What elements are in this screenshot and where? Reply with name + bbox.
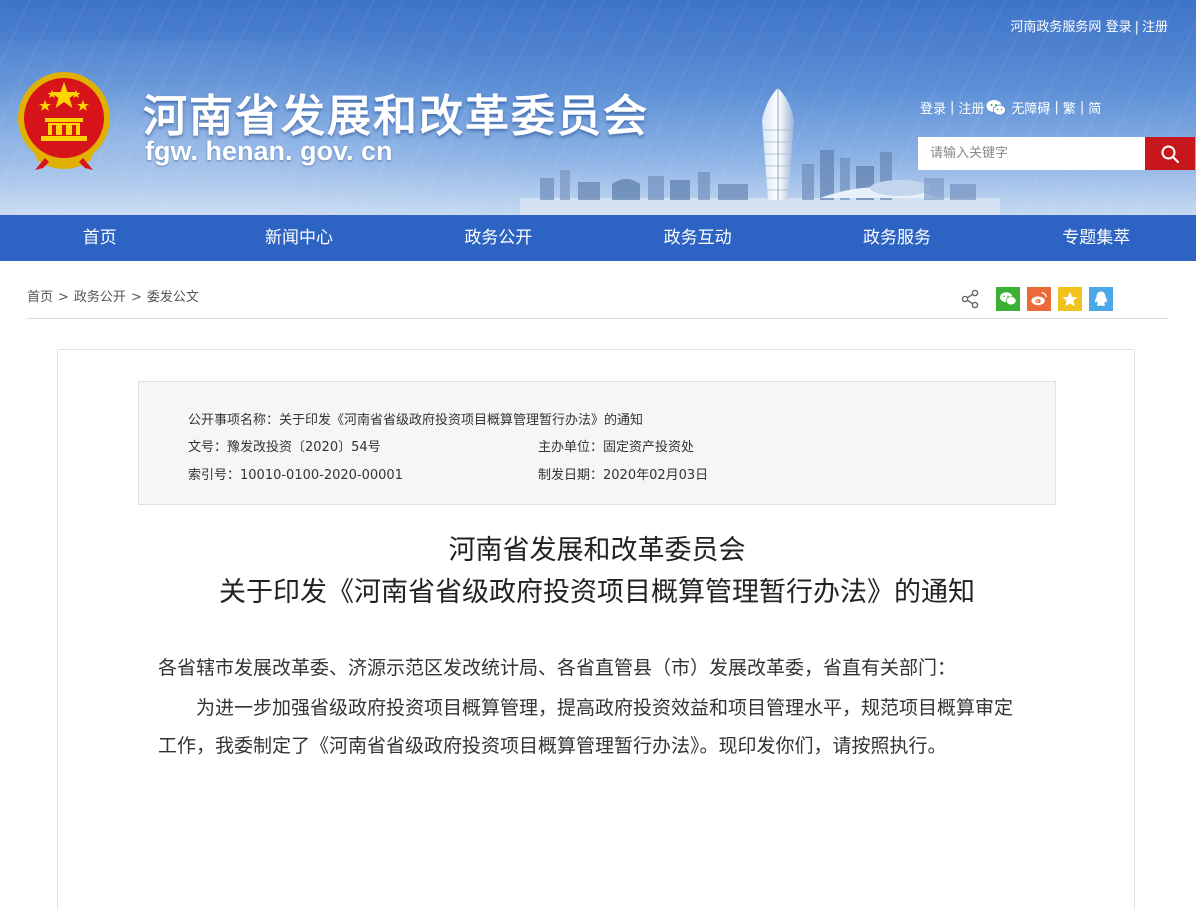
nav-news-center[interactable]: 新闻中心	[199, 215, 398, 261]
document-addressee: 各省辖市发展改革委、济源示范区发改统计局、各省直管县（市）发展改革委，省直有关部…	[158, 657, 957, 679]
wechat-share-button[interactable]	[996, 287, 1020, 311]
breadcrumb-home[interactable]: 首页	[27, 290, 53, 305]
search-button[interactable]	[1145, 137, 1195, 170]
top-register-link[interactable]: 注册	[1142, 20, 1168, 35]
search-box	[918, 137, 1195, 170]
utility-links: 登录 | 注册 无障碍 | 繁 | 简	[920, 98, 1102, 117]
nav-services[interactable]: 政务服务	[797, 215, 996, 261]
breadcrumb-government-affairs[interactable]: 政务公开	[74, 290, 126, 305]
document-title-subject: 关于印发《河南省省级政府投资项目概算管理暂行办法》的通知	[219, 577, 975, 608]
meta-item-name: 公开事项名称：关于印发《河南省省级政府投资项目概算管理暂行办法》的通知	[188, 413, 644, 428]
share-bar	[959, 287, 1113, 311]
wechat-icon[interactable]	[986, 99, 1007, 117]
document-paragraph: 为进一步加强省级政府投资项目概算管理，提高政府投资效益和项目管理水平，规范项目概…	[158, 697, 1014, 757]
search-input[interactable]	[918, 137, 1145, 170]
national-emblem-icon	[18, 72, 110, 170]
site-domain: fgw. henan. gov. cn	[145, 136, 393, 166]
main-nav: 首页 新闻中心 政务公开 政务互动 政务服务 专题集萃	[0, 215, 1196, 261]
meta-index-number: 索引号：10010-0100-2020-00001	[188, 468, 403, 483]
accessibility-link[interactable]: 无障碍	[1011, 98, 1050, 117]
nav-topics[interactable]: 专题集萃	[997, 215, 1196, 261]
search-icon	[1161, 145, 1180, 163]
register-link[interactable]: 注册	[958, 98, 984, 117]
nav-interaction[interactable]: 政务互动	[598, 215, 797, 261]
breadcrumb-row: 首页 > 政务公开 > 委发公文	[27, 270, 1168, 319]
document-metadata: 公开事项名称：关于印发《河南省省级政府投资项目概算管理暂行办法》的通知 文号：豫…	[138, 381, 1056, 505]
portal-link[interactable]: 河南政务服务网	[1010, 20, 1101, 35]
nav-home[interactable]: 首页	[0, 215, 199, 261]
document-body: 各省辖市发展改革委、济源示范区发改统计局、各省直管县（市）发展改革委，省直有关部…	[158, 649, 1028, 765]
qzone-share-button[interactable]	[1058, 287, 1082, 311]
nav-government-affairs[interactable]: 政务公开	[399, 215, 598, 261]
weibo-share-button[interactable]	[1027, 287, 1051, 311]
share-icon[interactable]	[959, 288, 981, 310]
document-title-issuer: 河南省发展和改革委员会	[448, 535, 746, 566]
article-panel: 公开事项名称：关于印发《河南省省级政府投资项目概算管理暂行办法》的通知 文号：豫…	[57, 349, 1135, 909]
meta-doc-number: 文号：豫发改投资〔2020〕54号	[188, 440, 381, 455]
breadcrumb: 首页 > 政务公开 > 委发公文	[27, 290, 199, 305]
top-login-link[interactable]: 登录	[1106, 20, 1132, 35]
top-links: 河南政务服务网 登录 | 注册	[1010, 20, 1168, 35]
breadcrumb-committee-documents[interactable]: 委发公文	[147, 290, 199, 305]
simplified-chinese-link[interactable]: 简	[1088, 98, 1101, 117]
meta-issue-date: 制发日期：2020年02月03日	[538, 468, 709, 483]
qq-icon	[1094, 291, 1108, 306]
traditional-chinese-link[interactable]: 繁	[1063, 98, 1076, 117]
weibo-icon	[1031, 292, 1047, 306]
meta-host-unit: 主办单位：固定资产投资处	[538, 440, 695, 455]
header-banner: 河南省发展和改革委员会 fgw. henan. gov. cn 河南政务服务网 …	[0, 0, 1196, 215]
qq-share-button[interactable]	[1089, 287, 1113, 311]
star-icon	[1062, 291, 1078, 307]
login-link[interactable]: 登录	[920, 98, 946, 117]
wechat-icon	[1000, 292, 1017, 306]
